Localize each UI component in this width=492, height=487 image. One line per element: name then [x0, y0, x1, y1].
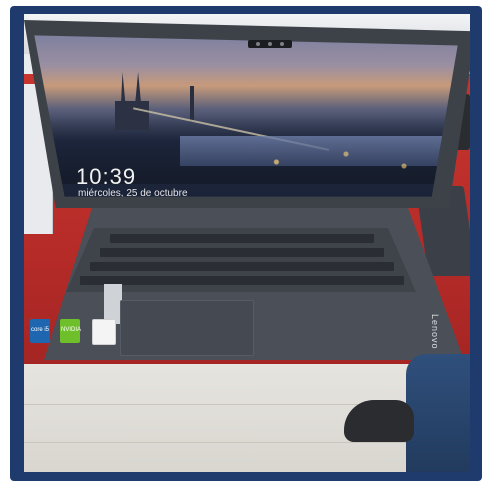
touchpad [120, 300, 254, 356]
laptop-screen: 10:39 miércoles, 25 de octubre [34, 35, 458, 199]
keyboard-row [100, 248, 384, 257]
keyboard-row [80, 276, 404, 285]
webcam-bar [248, 40, 292, 48]
person-shoe [344, 400, 414, 442]
floor-line [24, 442, 470, 443]
photo-frame: 10:39 miércoles, 25 de octubre core i5 N… [0, 0, 492, 487]
qr-sticker [92, 319, 116, 345]
keyboard [66, 228, 416, 292]
laptop-lid: 10:39 miércoles, 25 de octubre [24, 20, 470, 208]
intel-sticker: core i5 [30, 319, 50, 343]
tv-tower [190, 86, 194, 122]
intel-sticker-text: core i5 [31, 327, 50, 333]
webcam-sensor [268, 42, 272, 46]
person-leg [406, 354, 470, 472]
city-lights [230, 142, 458, 182]
lenovo-logo: Lenovo [430, 314, 440, 350]
keyboard-row [110, 234, 374, 243]
webcam-lens [256, 42, 260, 46]
nvidia-sticker: NVIDIA [60, 319, 82, 343]
keyboard-row [90, 262, 394, 271]
webcam-light [280, 42, 284, 46]
lockscreen-time: 10:39 [76, 164, 137, 189]
lockscreen-date: miércoles, 25 de octubre [78, 188, 188, 199]
nvidia-sticker-text: NVIDIA [61, 327, 82, 333]
photo: 10:39 miércoles, 25 de octubre core i5 N… [24, 14, 470, 472]
